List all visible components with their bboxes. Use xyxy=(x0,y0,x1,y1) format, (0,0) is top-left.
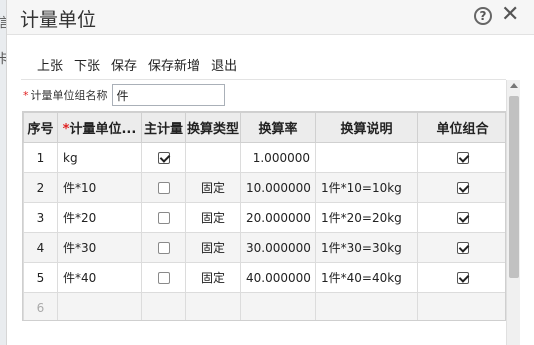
unit-group-checkbox[interactable] xyxy=(456,272,469,284)
cell-conv-rate[interactable]: 1.000000 xyxy=(240,142,316,173)
table-row[interactable]: 4 件*30 固定 30.000000 1件*30=30kg xyxy=(23,232,505,263)
cell-seq: 4 xyxy=(23,232,58,263)
cell-main-unit[interactable] xyxy=(141,142,186,173)
header-conv-rate[interactable]: 换算率 xyxy=(240,112,316,143)
main-unit-checkbox[interactable] xyxy=(157,212,170,224)
header-unit-name-label: 计量单位... xyxy=(69,122,137,137)
header-conv-desc[interactable]: 换算说明 xyxy=(315,112,418,143)
cell-seq: 5 xyxy=(23,262,58,293)
cell-conv-desc xyxy=(315,142,418,173)
prev-button[interactable]: 上张 xyxy=(37,55,63,74)
cell-unit-group[interactable] xyxy=(417,292,505,320)
cell-seq: 6 xyxy=(23,292,58,320)
unit-group-checkbox[interactable] xyxy=(456,182,469,194)
save-and-new-button[interactable]: 保存新增 xyxy=(148,55,200,74)
unit-table: 序号 *计量单位... 主计量 换算类型 换算率 换算说明 单位组合 1 kg … xyxy=(23,112,505,320)
unit-grid: 序号 *计量单位... 主计量 换算类型 换算率 换算说明 单位组合 1 kg … xyxy=(22,111,506,321)
cell-conv-desc: 1件*30=30kg xyxy=(315,232,418,263)
table-row-empty[interactable]: 6 xyxy=(23,292,505,320)
exit-button[interactable]: 退出 xyxy=(211,55,237,74)
table-row[interactable]: 3 件*20 固定 20.000000 1件*20=20kg xyxy=(23,202,505,233)
toolbar-divider xyxy=(21,79,506,80)
cell-unit-group[interactable] xyxy=(417,232,505,263)
help-icon[interactable]: ? xyxy=(474,7,492,25)
unit-group-checkbox[interactable] xyxy=(456,242,469,254)
group-name-label: 计量单位组名称 xyxy=(30,89,108,102)
cell-conv-type[interactable] xyxy=(185,142,241,173)
cell-main-unit[interactable] xyxy=(141,232,186,263)
cell-unit-group[interactable] xyxy=(417,172,505,203)
main-unit-checkbox[interactable] xyxy=(157,242,170,254)
close-icon[interactable]: ✕ xyxy=(501,3,519,27)
cell-seq: 3 xyxy=(23,202,58,233)
table-header-row: 序号 *计量单位... 主计量 换算类型 换算率 换算说明 单位组合 xyxy=(23,112,505,143)
toolbar: 上张 下张 保存 保存新增 退出 xyxy=(37,55,237,74)
cell-seq: 2 xyxy=(23,172,58,203)
cell-conv-rate[interactable]: 20.000000 xyxy=(240,202,316,233)
cell-conv-type[interactable] xyxy=(185,292,241,320)
unit-group-checkbox[interactable] xyxy=(456,152,469,164)
cell-conv-type[interactable]: 固定 xyxy=(185,232,241,263)
cell-main-unit[interactable] xyxy=(141,202,186,233)
required-mark: * xyxy=(23,88,29,102)
cell-conv-desc: 1件*40=40kg xyxy=(315,262,418,293)
cell-conv-desc: 1件*20=20kg xyxy=(315,202,418,233)
table-row[interactable]: 1 kg 1.000000 xyxy=(23,142,505,173)
main-unit-checkbox[interactable] xyxy=(157,182,170,194)
group-name-input[interactable] xyxy=(111,84,225,106)
dialog-title: 计量单位 xyxy=(20,9,97,31)
cell-unit-name[interactable]: 件*20 xyxy=(57,202,142,233)
cell-unit-group[interactable] xyxy=(417,202,505,233)
cell-main-unit[interactable] xyxy=(141,172,186,203)
cell-unit-group[interactable] xyxy=(417,262,505,293)
cell-seq: 1 xyxy=(23,142,58,173)
cell-unit-name[interactable] xyxy=(57,292,142,320)
header-main-unit[interactable]: 主计量 xyxy=(141,112,186,143)
scrollbar-thumb[interactable] xyxy=(509,96,519,278)
cell-unit-name[interactable]: 件*10 xyxy=(57,172,142,203)
cell-conv-type[interactable]: 固定 xyxy=(185,262,241,293)
cell-conv-rate[interactable]: 30.000000 xyxy=(240,232,316,263)
cell-conv-type[interactable]: 固定 xyxy=(185,202,241,233)
cell-main-unit[interactable] xyxy=(141,262,186,293)
cell-conv-rate[interactable]: 10.000000 xyxy=(240,172,316,203)
table-row[interactable]: 2 件*10 固定 10.000000 1件*10=10kg xyxy=(23,172,505,203)
scroll-up-arrow-icon[interactable] xyxy=(510,83,518,88)
cell-conv-rate[interactable] xyxy=(240,292,316,320)
cell-unit-name[interactable]: kg xyxy=(57,142,142,173)
cell-unit-name[interactable]: 件*30 xyxy=(57,232,142,263)
main-unit-checkbox[interactable] xyxy=(157,152,170,164)
header-unit-group[interactable]: 单位组合 xyxy=(417,112,505,143)
header-seq[interactable]: 序号 xyxy=(23,112,58,143)
header-conv-type[interactable]: 换算类型 xyxy=(185,112,241,143)
main-unit-checkbox[interactable] xyxy=(157,272,170,284)
cell-conv-type[interactable]: 固定 xyxy=(185,172,241,203)
save-button[interactable]: 保存 xyxy=(111,55,137,74)
table-row[interactable]: 5 件*40 固定 40.000000 1件*40=40kg xyxy=(23,262,505,293)
header-unit-name[interactable]: *计量单位... xyxy=(57,112,142,143)
cell-unit-name[interactable]: 件*40 xyxy=(57,262,142,293)
dialog-titlebar[interactable]: 计量单位 ? ✕ xyxy=(7,0,534,35)
cell-conv-desc: 1件*10=10kg xyxy=(315,172,418,203)
unit-dialog: 计量单位 ? ✕ 上张 下张 保存 保存新增 退出 * 计量单位组名称 件 序号… xyxy=(6,0,534,345)
group-name-row: * 计量单位组名称 xyxy=(23,84,225,106)
unit-group-checkbox[interactable] xyxy=(456,212,469,224)
cell-main-unit[interactable] xyxy=(141,292,186,320)
cell-unit-group[interactable] xyxy=(417,142,505,173)
vertical-scrollbar[interactable] xyxy=(506,80,520,345)
next-button[interactable]: 下张 xyxy=(74,55,100,74)
cell-conv-desc xyxy=(315,292,418,320)
cell-conv-rate[interactable]: 40.000000 xyxy=(240,262,316,293)
